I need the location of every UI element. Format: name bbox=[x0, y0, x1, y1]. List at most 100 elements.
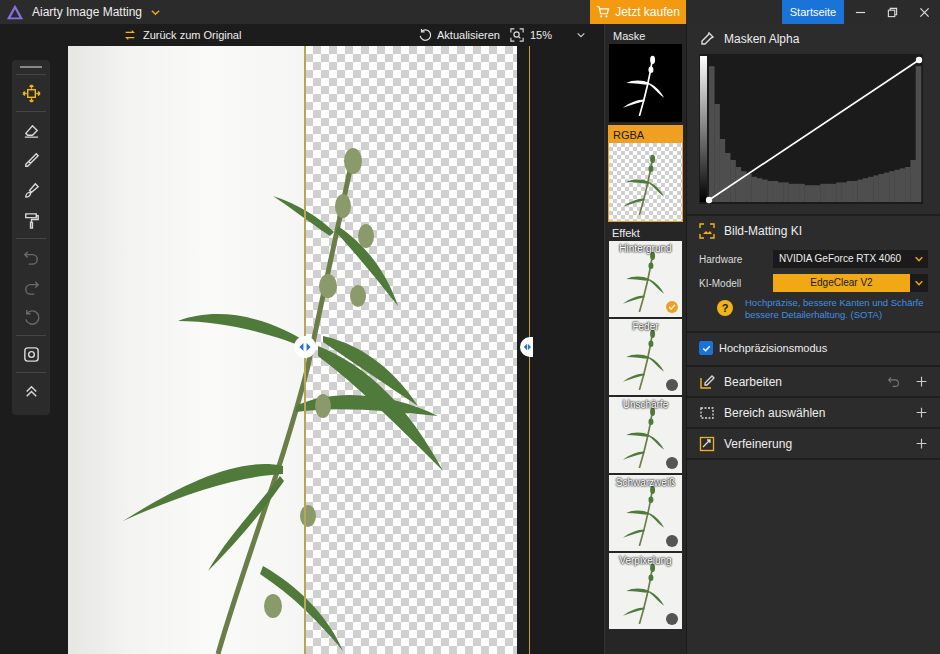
tool-button[interactable] bbox=[16, 78, 46, 108]
tool-button[interactable] bbox=[16, 242, 46, 272]
collapsible-section[interactable]: Bereich auswählen bbox=[687, 398, 940, 429]
effects-label: Effekt bbox=[608, 224, 683, 241]
histogram-bar bbox=[868, 177, 874, 202]
image-ai-icon bbox=[699, 223, 715, 239]
plant-photo bbox=[68, 46, 517, 654]
view-thumbnail bbox=[609, 143, 682, 221]
histogram-bar bbox=[889, 171, 895, 202]
tool-button[interactable] bbox=[16, 205, 46, 235]
histogram-bar bbox=[910, 160, 916, 202]
plus-icon[interactable] bbox=[915, 406, 928, 419]
curve-point[interactable] bbox=[916, 57, 922, 63]
tool-button[interactable] bbox=[16, 115, 46, 145]
checkbox[interactable] bbox=[699, 341, 713, 355]
histogram-bar bbox=[730, 160, 736, 202]
tool-button[interactable] bbox=[16, 302, 46, 332]
tool-button[interactable] bbox=[16, 272, 46, 302]
effect-option[interactable]: Verpixelung bbox=[609, 553, 682, 629]
check-icon bbox=[701, 343, 712, 354]
zoom-control[interactable]: 15% bbox=[510, 28, 586, 42]
panel-grip[interactable] bbox=[20, 66, 42, 68]
refresh-button[interactable]: Aktualisieren bbox=[418, 28, 506, 42]
reset-icon bbox=[22, 308, 41, 327]
eraser-icon bbox=[22, 121, 41, 140]
effect-check[interactable] bbox=[666, 379, 678, 391]
view-thumbnail bbox=[609, 44, 682, 122]
check-icon bbox=[667, 302, 677, 312]
histogram-bar bbox=[873, 175, 879, 202]
help-icon[interactable]: ? bbox=[717, 300, 733, 316]
histogram-bar bbox=[767, 181, 773, 202]
tool-panel bbox=[12, 60, 50, 415]
tool-button[interactable] bbox=[16, 339, 46, 369]
split-handle[interactable] bbox=[294, 336, 316, 358]
plus-icon[interactable] bbox=[915, 437, 928, 450]
histogram-bar bbox=[884, 173, 890, 202]
crop-boundary-handle[interactable] bbox=[520, 337, 533, 357]
canvas[interactable] bbox=[68, 46, 604, 654]
histogram-bar bbox=[847, 181, 853, 202]
settings-panel: Masken AlphaBild-Matting KIHardwareNVIDI… bbox=[686, 24, 940, 654]
view-option[interactable]: Maske bbox=[608, 26, 683, 123]
minimize-icon[interactable] bbox=[855, 7, 866, 18]
close-icon[interactable] bbox=[919, 7, 930, 18]
original-half bbox=[68, 46, 305, 654]
histogram-bar bbox=[879, 174, 885, 202]
histogram-bar bbox=[826, 184, 832, 202]
precision-checkbox[interactable]: Hochpräzisionsmodus bbox=[699, 341, 928, 355]
edit-icon bbox=[699, 374, 715, 390]
photo-preview bbox=[68, 46, 517, 654]
dropdown-value: NVIDIA GeForce RTX 4060 bbox=[773, 250, 910, 268]
restore-icon[interactable] bbox=[887, 7, 898, 18]
effect-option[interactable]: Unschärfe bbox=[609, 397, 682, 473]
collapsible-section[interactable]: Bearbeiten bbox=[687, 367, 940, 398]
precision-section: Hochpräzisionsmodus bbox=[687, 333, 940, 367]
effect-option[interactable]: Schwarzweiß bbox=[609, 475, 682, 551]
curve-point[interactable] bbox=[706, 197, 712, 203]
histogram-bar bbox=[751, 177, 757, 202]
undo-icon[interactable] bbox=[887, 375, 900, 388]
tool-group bbox=[16, 335, 46, 372]
brush-icon bbox=[22, 151, 41, 170]
effect-check[interactable] bbox=[666, 535, 678, 547]
app-menu[interactable]: Aiarty Image Matting bbox=[0, 3, 590, 21]
buy-button[interactable]: Jetzt kaufen bbox=[590, 0, 686, 24]
alpha-curve-chart[interactable] bbox=[699, 54, 923, 204]
matting-section: Bild-Matting KIHardwareNVIDIA GeForce RT… bbox=[687, 216, 940, 333]
dropdown[interactable]: EdgeClear V2 bbox=[773, 274, 928, 292]
chevron-down-icon bbox=[150, 7, 161, 18]
compare-icon bbox=[123, 28, 137, 42]
back-to-original-button[interactable]: Zurück zum Original bbox=[123, 28, 418, 42]
effect-label: Feder bbox=[609, 321, 682, 332]
effect-check[interactable] bbox=[666, 613, 678, 625]
effect-check[interactable] bbox=[666, 301, 678, 313]
select-area-icon bbox=[699, 405, 715, 421]
effect-check[interactable] bbox=[666, 457, 678, 469]
fit-icon bbox=[22, 345, 41, 364]
alpha-section: Masken Alpha bbox=[687, 24, 940, 216]
tool-button[interactable] bbox=[16, 145, 46, 175]
histogram-bar bbox=[863, 178, 869, 202]
effect-option[interactable]: Feder bbox=[609, 319, 682, 395]
smooth-brush-icon bbox=[22, 181, 41, 200]
dropdown[interactable]: NVIDIA GeForce RTX 4060 bbox=[773, 250, 928, 268]
app-window: Aiarty Image Matting Jetzt kaufen Startsei… bbox=[0, 0, 940, 654]
effect-label: Schwarzweiß bbox=[609, 477, 682, 488]
plus-icon[interactable] bbox=[915, 375, 928, 388]
move-icon bbox=[22, 84, 41, 103]
effect-option[interactable]: Hintergrund bbox=[609, 241, 682, 317]
setting-row: HardwareNVIDIA GeForce RTX 4060 bbox=[699, 250, 928, 268]
plant-thumbnail bbox=[613, 149, 679, 215]
view-option[interactable]: RGBA bbox=[608, 125, 683, 222]
histogram-bar bbox=[783, 182, 789, 202]
tool-button[interactable] bbox=[16, 376, 46, 406]
histogram-bar bbox=[895, 170, 901, 202]
histogram-bar bbox=[714, 104, 720, 202]
chevron-down-icon bbox=[576, 30, 586, 40]
home-button[interactable]: Startseite bbox=[782, 0, 844, 24]
histogram-bar bbox=[842, 182, 848, 202]
tool-button[interactable] bbox=[16, 175, 46, 205]
buy-label: Jetzt kaufen bbox=[615, 5, 680, 19]
collapsible-section[interactable]: Verfeinerung bbox=[687, 429, 940, 460]
histogram-bar bbox=[857, 180, 863, 202]
